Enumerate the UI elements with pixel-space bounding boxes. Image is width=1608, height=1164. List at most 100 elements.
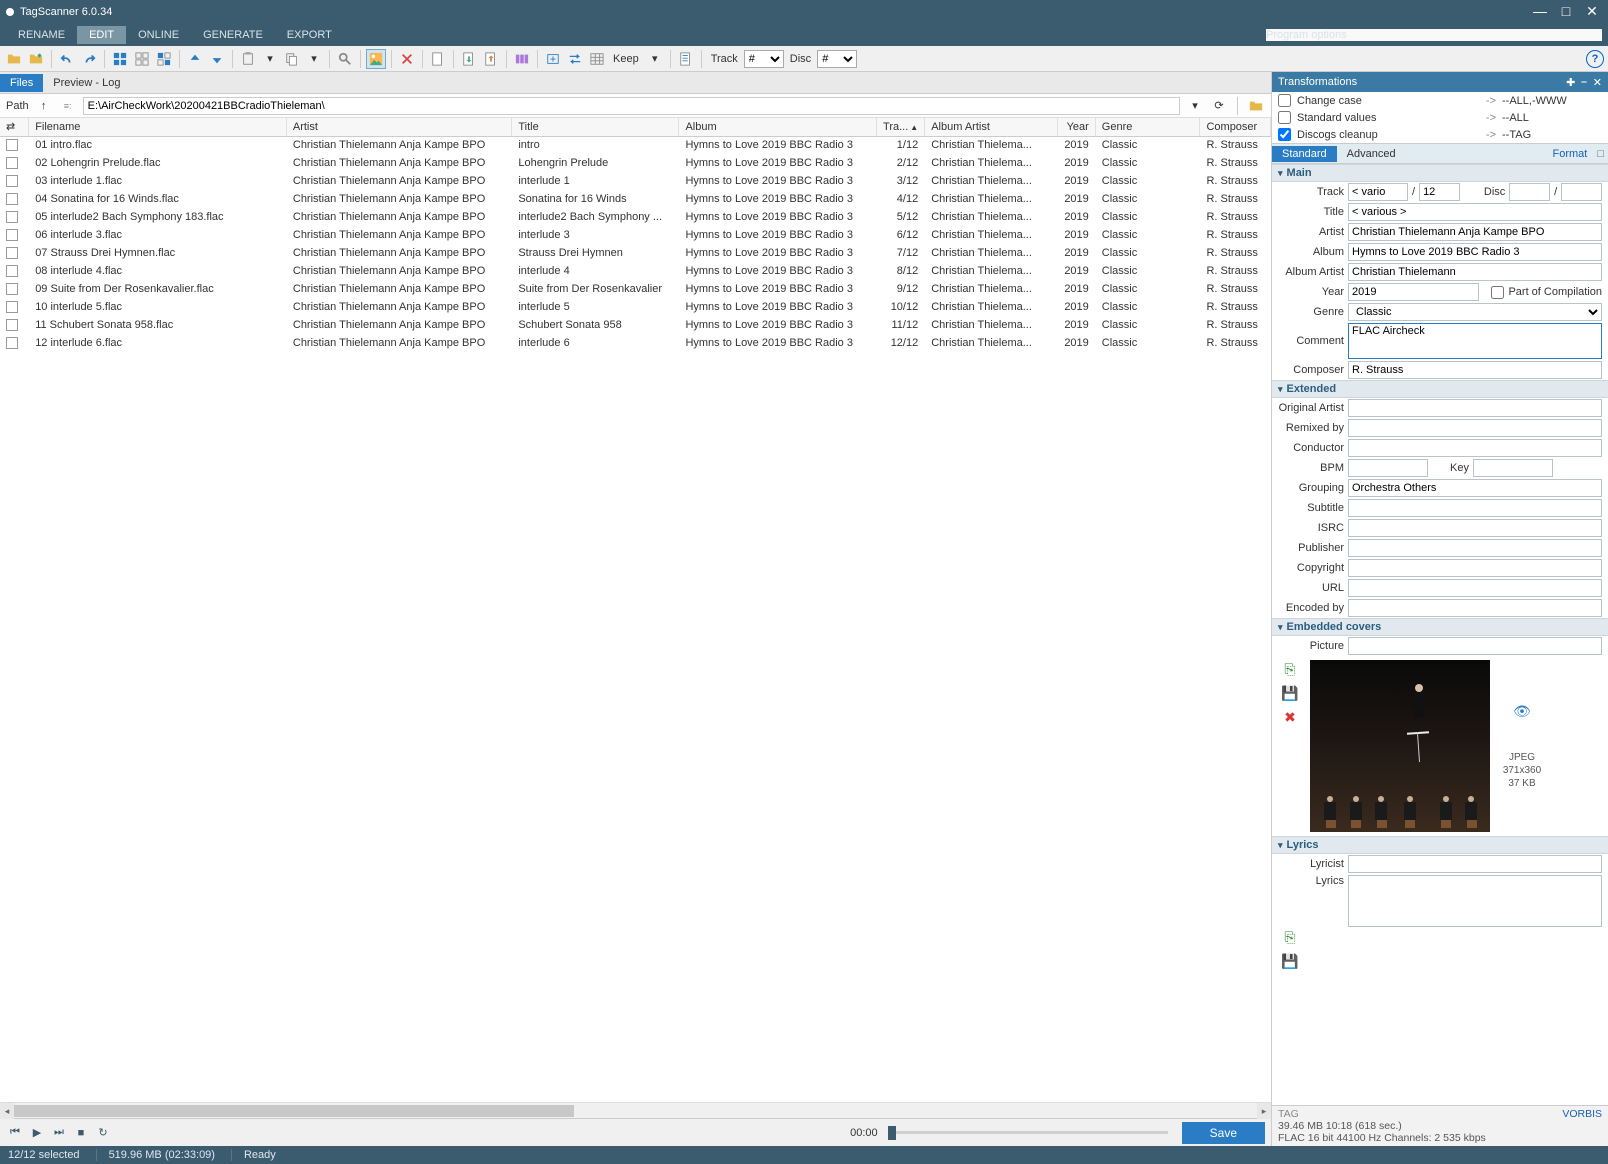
album-input[interactable] bbox=[1348, 243, 1602, 261]
lyrics-input[interactable] bbox=[1348, 875, 1602, 927]
scroll-thumb[interactable] bbox=[14, 1105, 574, 1117]
column-year[interactable]: Year bbox=[1058, 118, 1096, 136]
format-link[interactable]: Format bbox=[1547, 148, 1594, 160]
compilation-checkbox[interactable] bbox=[1491, 286, 1504, 299]
new-track-icon[interactable] bbox=[428, 49, 448, 69]
cover-delete-icon[interactable]: ✖ bbox=[1281, 708, 1299, 726]
table-row[interactable]: 04 Sonatina for 16 Winds.flac Christian … bbox=[0, 190, 1271, 208]
add-folder-icon[interactable] bbox=[26, 49, 46, 69]
scripts-icon[interactable] bbox=[512, 49, 532, 69]
swap-icon[interactable] bbox=[565, 49, 585, 69]
column-track[interactable]: Tra...▲ bbox=[876, 118, 925, 136]
trans-close-icon[interactable]: ✕ bbox=[1593, 76, 1602, 89]
lyrics-add-icon[interactable]: ⎘ bbox=[1281, 928, 1299, 946]
column-title[interactable]: Title bbox=[512, 118, 679, 136]
redo-icon[interactable] bbox=[79, 49, 99, 69]
stop-icon[interactable]: ■ bbox=[72, 1124, 90, 1142]
table-row[interactable]: 12 interlude 6.flac Christian Thielemann… bbox=[0, 334, 1271, 352]
transformation-row[interactable]: Standard values -> --ALL bbox=[1272, 109, 1608, 126]
move-up-icon[interactable] bbox=[185, 49, 205, 69]
year-input[interactable] bbox=[1348, 283, 1479, 301]
bpm-input[interactable] bbox=[1348, 459, 1428, 477]
repeat-icon[interactable]: ↻ bbox=[94, 1124, 112, 1142]
table-row[interactable]: 02 Lohengrin Prelude.flac Christian Thie… bbox=[0, 154, 1271, 172]
isrc-input[interactable] bbox=[1348, 519, 1602, 537]
transformation-checkbox[interactable] bbox=[1278, 128, 1291, 141]
left-tab-files[interactable]: Files bbox=[0, 74, 43, 92]
path-refresh-icon[interactable]: ⟳ bbox=[1210, 97, 1228, 115]
transformation-checkbox[interactable] bbox=[1278, 94, 1291, 107]
table-row[interactable]: 03 interlude 1.flac Christian Thielemann… bbox=[0, 172, 1271, 190]
origartist-input[interactable] bbox=[1348, 399, 1602, 417]
scroll-left-icon[interactable]: ◂ bbox=[0, 1103, 14, 1119]
shuffle-column-icon[interactable]: ⇄ bbox=[0, 118, 29, 136]
grouping-input[interactable] bbox=[1348, 479, 1602, 497]
section-main[interactable]: Main bbox=[1272, 164, 1608, 182]
column-genre[interactable]: Genre bbox=[1095, 118, 1200, 136]
paste-dropdown-icon[interactable]: ▾ bbox=[260, 49, 280, 69]
menu-online[interactable]: ONLINE bbox=[126, 26, 191, 44]
table-row[interactable]: 10 interlude 5.flac Christian Thielemann… bbox=[0, 298, 1271, 316]
select-invert-icon[interactable] bbox=[154, 49, 174, 69]
path-up-icon[interactable]: ↑ bbox=[35, 97, 53, 115]
artist-input[interactable] bbox=[1348, 223, 1602, 241]
paste-tag-icon[interactable] bbox=[238, 49, 258, 69]
section-lyrics[interactable]: Lyrics bbox=[1272, 836, 1608, 854]
title-input[interactable] bbox=[1348, 203, 1602, 221]
cover-preview-icon[interactable]: 👁 bbox=[1513, 703, 1531, 720]
edit-tab-advanced[interactable]: Advanced bbox=[1337, 146, 1406, 162]
section-extended[interactable]: Extended bbox=[1272, 380, 1608, 398]
prev-track-icon[interactable]: ⏮ bbox=[6, 1124, 24, 1142]
panel-collapse-icon[interactable]: □ bbox=[1593, 148, 1608, 160]
genre-select[interactable]: Classic bbox=[1348, 303, 1602, 321]
transformation-row[interactable]: Discogs cleanup -> --TAG bbox=[1272, 126, 1608, 143]
track-total-input[interactable] bbox=[1419, 183, 1460, 201]
path-browse-icon[interactable] bbox=[1247, 97, 1265, 115]
save-button[interactable]: Save bbox=[1182, 1122, 1265, 1144]
key-input[interactable] bbox=[1473, 459, 1553, 477]
grid-config-icon[interactable] bbox=[587, 49, 607, 69]
path-input[interactable] bbox=[83, 97, 1180, 115]
table-row[interactable]: 09 Suite from Der Rosenkavalier.flac Chr… bbox=[0, 280, 1271, 298]
cover-image[interactable] bbox=[1310, 660, 1490, 832]
column-filename[interactable]: Filename bbox=[29, 118, 287, 136]
next-track-icon[interactable]: ⏭ bbox=[50, 1124, 68, 1142]
conductor-input[interactable] bbox=[1348, 439, 1602, 457]
path-prefix-icon[interactable]: ≡: bbox=[59, 97, 77, 115]
copy-dropdown-icon[interactable]: ▾ bbox=[304, 49, 324, 69]
open-folder-icon[interactable] bbox=[4, 49, 24, 69]
transformation-checkbox[interactable] bbox=[1278, 111, 1291, 124]
lyrics-save-icon[interactable]: 💾 bbox=[1281, 952, 1299, 970]
encoded-input[interactable] bbox=[1348, 599, 1602, 617]
table-row[interactable]: 07 Strauss Drei Hymnen.flac Christian Th… bbox=[0, 244, 1271, 262]
search-icon[interactable] bbox=[335, 49, 355, 69]
import-icon[interactable] bbox=[459, 49, 479, 69]
select-all-icon[interactable] bbox=[110, 49, 130, 69]
copy-source-icon[interactable] bbox=[543, 49, 563, 69]
left-tab-preview-log[interactable]: Preview - Log bbox=[43, 74, 130, 92]
edit-tab-standard[interactable]: Standard bbox=[1272, 146, 1337, 162]
view-covers-icon[interactable] bbox=[366, 49, 386, 69]
column-artist[interactable]: Artist bbox=[286, 118, 511, 136]
help-icon[interactable]: ? bbox=[1586, 50, 1604, 68]
cover-save-icon[interactable]: 💾 bbox=[1281, 684, 1299, 702]
path-history-icon[interactable]: ▾ bbox=[1186, 97, 1204, 115]
publisher-input[interactable] bbox=[1348, 539, 1602, 557]
select-none-icon[interactable] bbox=[132, 49, 152, 69]
remove-tags-icon[interactable] bbox=[397, 49, 417, 69]
menu-export[interactable]: EXPORT bbox=[275, 26, 344, 44]
picture-input[interactable] bbox=[1348, 637, 1602, 655]
trans-collapse-icon[interactable]: ⎯ bbox=[1581, 76, 1587, 89]
copyright-input[interactable] bbox=[1348, 559, 1602, 577]
horizontal-scrollbar[interactable]: ◂ ▸ bbox=[0, 1102, 1271, 1118]
table-row[interactable]: 06 interlude 3.flac Christian Thielemann… bbox=[0, 226, 1271, 244]
albumartist-input[interactable] bbox=[1348, 263, 1602, 281]
track-value-input[interactable] bbox=[1348, 183, 1408, 201]
disc-total-input[interactable] bbox=[1561, 183, 1602, 201]
comment-input[interactable]: FLAC Aircheck bbox=[1348, 323, 1602, 359]
trans-add-icon[interactable]: ✚ bbox=[1566, 76, 1575, 89]
table-row[interactable]: 01 intro.flac Christian Thielemann Anja … bbox=[0, 136, 1271, 154]
table-row[interactable]: 05 interlude2 Bach Symphony 183.flac Chr… bbox=[0, 208, 1271, 226]
play-icon[interactable]: ▶ bbox=[28, 1124, 46, 1142]
disc-value-input[interactable] bbox=[1509, 183, 1550, 201]
